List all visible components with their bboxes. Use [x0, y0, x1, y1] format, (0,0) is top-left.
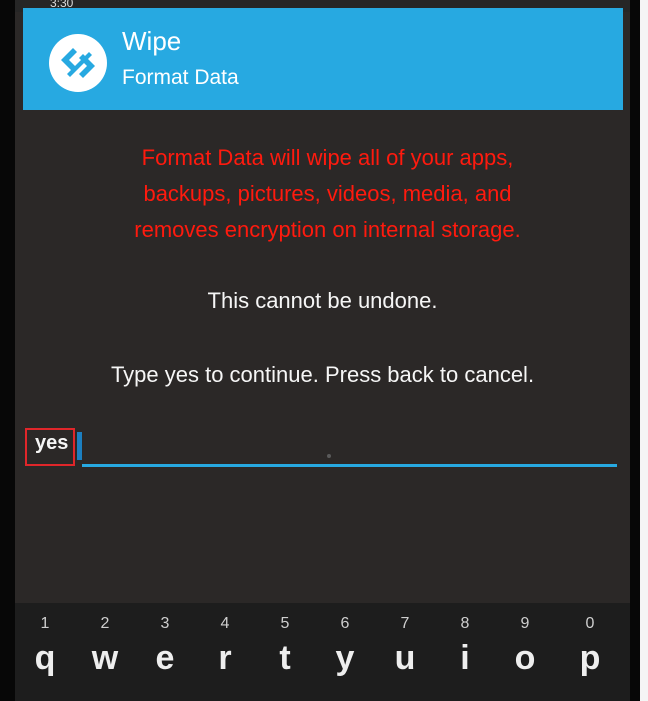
- key-number: 2: [100, 615, 110, 632]
- recovery-screen: 3:30 Wipe Format Data Format Data will w…: [15, 0, 630, 701]
- key-number: 9: [520, 615, 530, 632]
- warning-line: backups, pictures, videos, media, and: [143, 181, 512, 206]
- key-number: 1: [40, 615, 50, 632]
- page-title: Wipe: [122, 26, 182, 56]
- header-bar: Wipe Format Data: [23, 8, 623, 110]
- key-letter: i: [460, 639, 470, 677]
- key-letter: q: [34, 639, 56, 677]
- key-number: 5: [280, 615, 290, 632]
- key-letter: y: [335, 639, 355, 677]
- key-q[interactable]: 1 q: [15, 603, 75, 701]
- key-letter: e: [155, 639, 175, 677]
- annotation-highlight-box: [25, 428, 75, 466]
- warning-line: removes encryption on internal storage.: [134, 217, 521, 242]
- key-letter: w: [91, 639, 119, 677]
- device-frame: 3:30 Wipe Format Data Format Data will w…: [0, 0, 640, 701]
- input-underline: [82, 464, 617, 467]
- key-w[interactable]: 2 w: [75, 603, 135, 701]
- key-r[interactable]: 4 r: [195, 603, 255, 701]
- key-y[interactable]: 6 y: [315, 603, 375, 701]
- key-number: 3: [160, 615, 170, 632]
- key-o[interactable]: 9 o: [495, 603, 555, 701]
- key-p[interactable]: 0 p: [560, 603, 620, 701]
- key-number: 7: [400, 615, 410, 632]
- onscreen-keyboard: 1 q 2 w 3 e 4 r 5 t 6 y 7 u 8 i 9 o 0 p: [15, 603, 630, 701]
- key-number: 0: [585, 615, 595, 632]
- key-letter: r: [218, 639, 232, 677]
- page-subtitle: Format Data: [122, 66, 239, 89]
- key-letter: o: [514, 639, 536, 677]
- text-cursor: [77, 432, 82, 460]
- warning-message: Format Data will wipe all of your apps, …: [75, 140, 580, 248]
- key-e[interactable]: 3 e: [135, 603, 195, 701]
- confirm-input-field[interactable]: yes: [25, 428, 623, 470]
- twrp-logo-icon: [49, 34, 107, 92]
- key-number: 8: [460, 615, 470, 632]
- key-i[interactable]: 8 i: [435, 603, 495, 701]
- key-t[interactable]: 5 t: [255, 603, 315, 701]
- key-number: 6: [340, 615, 350, 632]
- key-u[interactable]: 7 u: [375, 603, 435, 701]
- undo-notice: This cannot be undone.: [207, 288, 438, 313]
- key-number: 4: [220, 615, 230, 632]
- key-letter: t: [279, 639, 291, 677]
- instruction-text: Type yes to continue. Press back to canc…: [110, 362, 535, 387]
- key-letter: u: [394, 639, 416, 677]
- key-letter: p: [579, 639, 601, 677]
- warning-line: Format Data will wipe all of your apps,: [141, 145, 514, 170]
- divider-dot: [327, 454, 331, 458]
